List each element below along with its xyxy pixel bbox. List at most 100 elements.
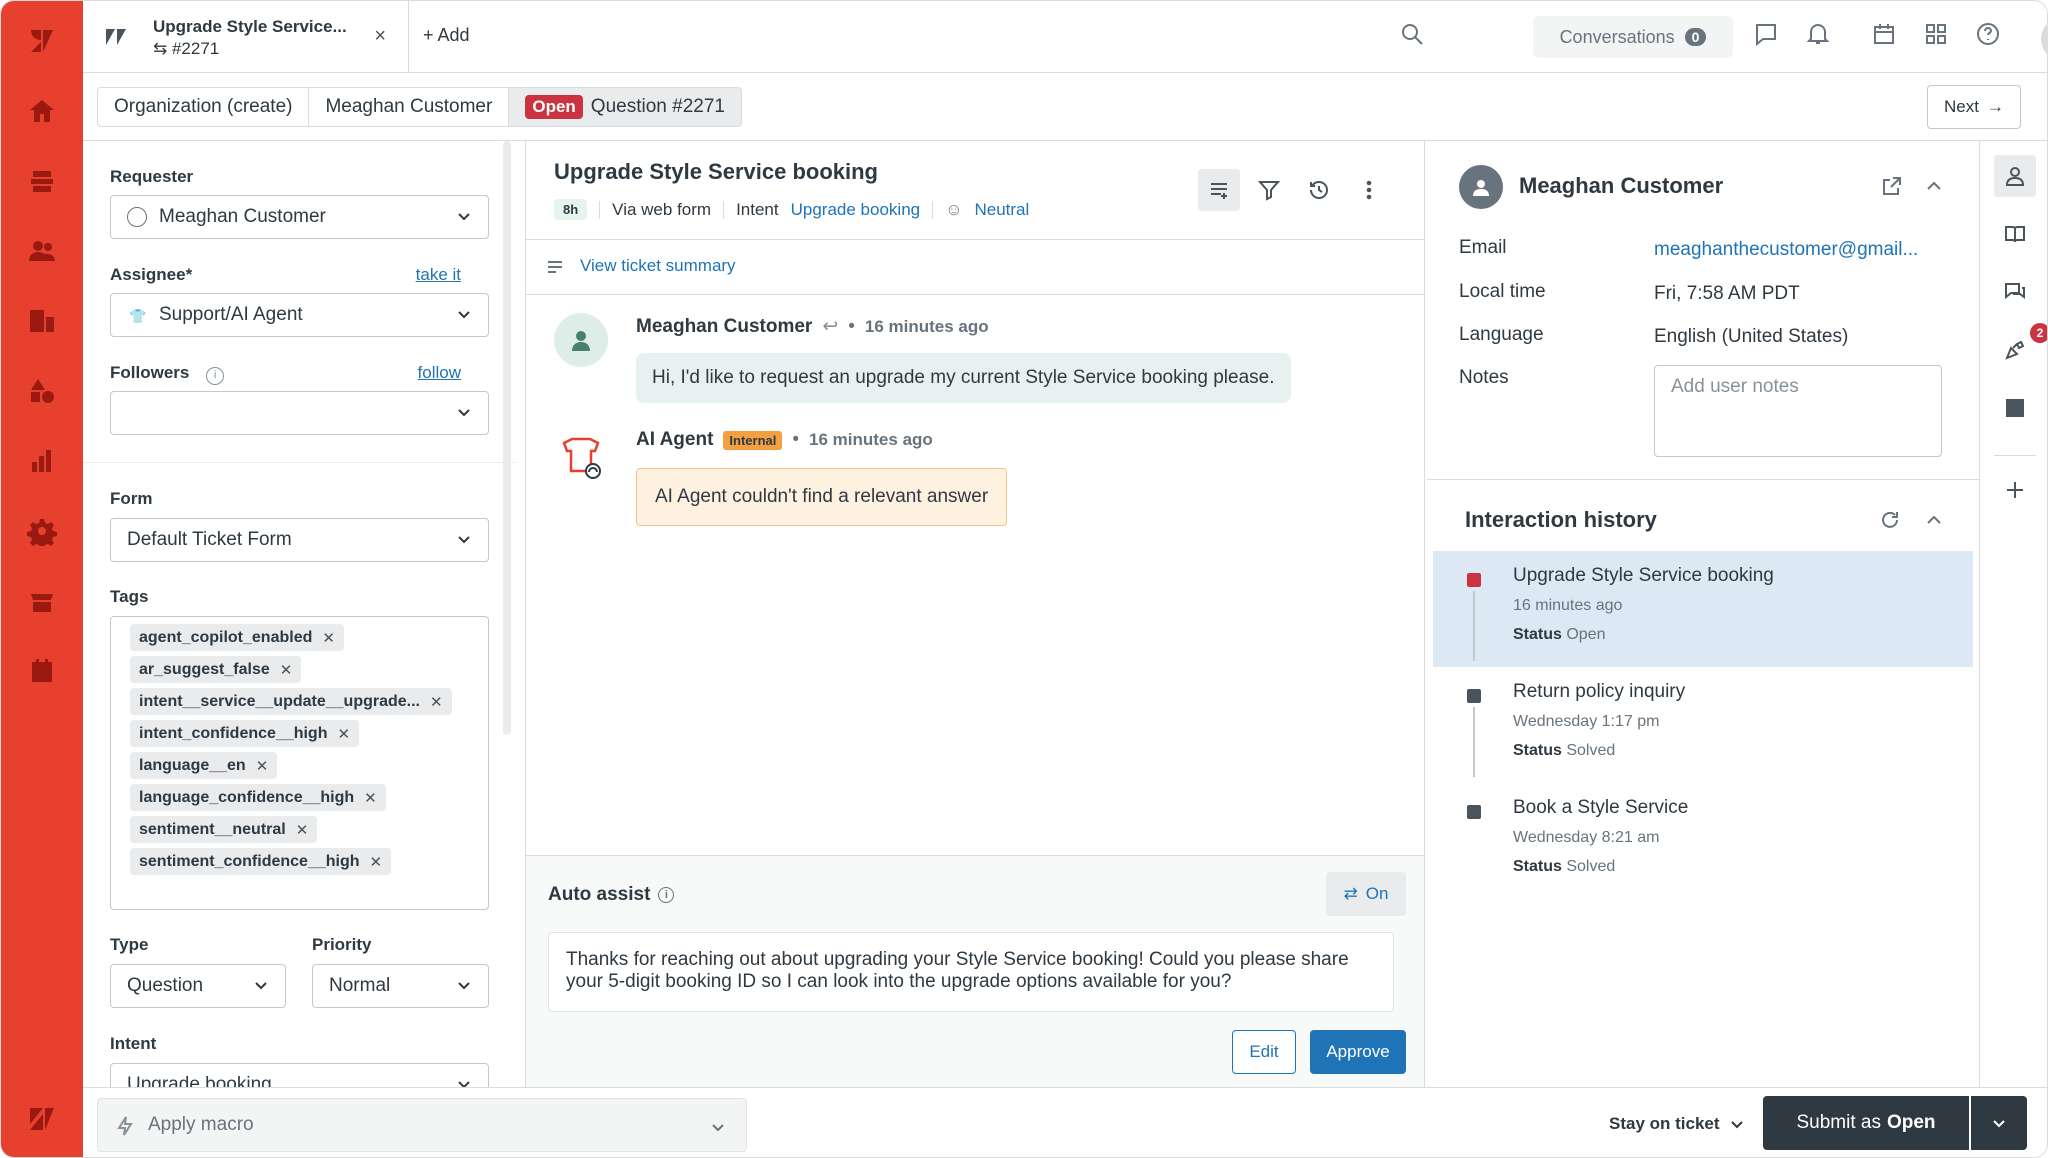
follow-link[interactable]: follow [418,363,461,383]
objects-icon[interactable] [1,361,83,421]
customer-name[interactable]: Meaghan Customer [1519,173,1723,199]
calendar-icon[interactable] [1,641,83,701]
intent-meta-value[interactable]: Upgrade booking [791,200,920,220]
history-icon[interactable] [1298,169,1340,211]
ai-agent-shirt-icon: 👕 [129,308,147,324]
home-icon[interactable] [1,81,83,141]
auto-assist-panel: Auto assist i ⇄ On Thanks for reaching o… [526,855,1424,1087]
remove-tag-icon[interactable]: ✕ [322,629,335,647]
tag-chip[interactable]: sentiment__neutral ✕ [130,816,318,843]
submit-options-button[interactable] [1971,1096,2027,1150]
customer-message-bubble: Hi, I'd like to request an upgrade my cu… [636,353,1291,403]
copilot-icon[interactable]: 2 [1994,323,2047,371]
tag-chip[interactable]: language_confidence__high ✕ [130,784,386,811]
breadcrumb-ticket[interactable]: Open Question #2271 [509,88,741,126]
form-select[interactable]: Default Ticket Form [110,518,489,562]
breadcrumb-organization[interactable]: Organization (create) [98,88,310,126]
approve-button[interactable]: Approve [1310,1030,1406,1074]
user-avatar[interactable] [2041,17,2047,61]
ticket-tab[interactable]: Upgrade Style Service... ⇆ #2271 × [83,1,409,73]
admin-gear-icon[interactable] [1,501,83,561]
add-tab-button[interactable]: + Add [423,25,470,46]
status-label: Status [1513,858,1562,875]
email-value[interactable]: meaghanthecustomer@gmail... [1654,239,1918,261]
lightning-bolt-icon [116,1116,134,1136]
tag-text: language__en [139,756,246,774]
tag-chip[interactable]: sentiment_confidence__high ✕ [130,848,392,875]
form-label: Form [110,489,153,508]
calendar-top-icon[interactable] [1871,21,1901,51]
tag-chip[interactable]: intent_confidence__high ✕ [130,720,360,747]
user-notes-field[interactable]: Add user notes [1654,365,1942,457]
edit-button[interactable]: Edit [1232,1030,1296,1074]
history-item[interactable]: Return policy inquiry Wednesday 1:17 pm … [1433,667,1973,783]
chat-icon[interactable] [1753,21,1783,51]
history-item[interactable]: Upgrade Style Service booking 16 minutes… [1433,551,1973,667]
remove-tag-icon[interactable]: ✕ [296,821,309,839]
tag-chip[interactable]: intent__service__update__upgrade... ✕ [130,688,452,715]
sentiment-value[interactable]: Neutral [974,200,1029,220]
collapse-up-icon[interactable] [1923,509,1945,531]
intent-select[interactable]: Upgrade booking [110,1063,489,1087]
remove-tag-icon[interactable]: ✕ [430,693,443,711]
view-ticket-summary-link[interactable]: View ticket summary [580,256,736,276]
status-dot [1467,573,1481,587]
history-item-date: 16 minutes ago [1513,597,1623,614]
conversations-button[interactable]: Conversations 0 [1533,16,1733,58]
followers-select[interactable] [110,391,489,435]
filter-icon[interactable] [1248,169,1290,211]
ticket-subject[interactable]: Upgrade Style Service booking [554,159,878,185]
apps-grid-icon[interactable] [1994,387,2036,429]
remove-tag-icon[interactable]: ✕ [370,853,383,871]
help-icon[interactable] [1975,21,2005,51]
zendesk-logo-icon[interactable] [1,11,83,71]
submit-button[interactable]: Submit as Open [1763,1096,1969,1150]
tags-field[interactable]: agent_copilot_enabled ✕ ar_suggest_false ✕… [110,616,489,910]
tab-close-icon[interactable]: × [374,25,386,48]
remove-tag-icon[interactable]: ✕ [280,661,293,679]
zendesk-bottom-logo-icon[interactable] [1,1089,83,1149]
customers-icon[interactable] [1,221,83,281]
side-conversations-icon[interactable] [1994,271,2036,313]
tag-chip[interactable]: language__en ✕ [130,752,278,779]
store-icon[interactable] [1,571,83,631]
views-icon[interactable] [1,151,83,211]
search-icon[interactable] [1399,21,1429,51]
assignee-value: Support/AI Agent [159,304,303,325]
stay-on-ticket-dropdown[interactable]: Stay on ticket [1609,1114,1744,1134]
conversation-list-icon[interactable] [1198,169,1240,211]
organizations-icon[interactable] [1,291,83,351]
open-external-icon[interactable] [1881,175,1903,197]
history-item-title: Return policy inquiry [1513,681,1686,702]
tag-chip[interactable]: ar_suggest_false ✕ [130,656,302,683]
properties-scrollbar[interactable] [503,141,511,735]
auto-assist-toggle[interactable]: ⇄ On [1326,872,1406,916]
take-it-link[interactable]: take it [416,265,461,285]
apply-macro-select[interactable]: Apply macro [97,1098,747,1152]
apps-grid-icon[interactable] [1923,21,1953,51]
customer-context-icon[interactable] [1994,155,2036,197]
tab-ticket-id-text: #2271 [171,39,220,58]
more-options-icon[interactable] [1348,169,1390,211]
type-select[interactable]: Question [110,964,286,1008]
info-icon[interactable]: i [658,887,675,903]
priority-select[interactable]: Normal [312,964,489,1008]
history-item[interactable]: Book a Style Service Wednesday 8:21 am S… [1433,783,1973,899]
breadcrumb-customer[interactable]: Meaghan Customer [309,88,510,126]
notifications-bell-icon[interactable] [1805,21,1835,51]
tag-chip[interactable]: agent_copilot_enabled ✕ [130,624,344,651]
knowledge-book-icon[interactable] [1994,213,2036,255]
breadcrumb-bar: Organization (create) Meaghan Customer O… [83,73,2047,141]
assignee-select[interactable]: 👕 Support/AI Agent [110,293,489,337]
remove-tag-icon[interactable]: ✕ [337,725,350,743]
reporting-icon[interactable] [1,431,83,491]
requester-select[interactable]: Meaghan Customer [110,195,489,239]
history-item-date: Wednesday 1:17 pm [1513,713,1660,730]
remove-tag-icon[interactable]: ✕ [256,757,269,775]
remove-tag-icon[interactable]: ✕ [364,789,377,807]
refresh-icon[interactable] [1879,509,1901,531]
add-app-icon[interactable] [1994,469,2036,511]
info-icon[interactable]: i [206,367,225,385]
collapse-up-icon[interactable] [1923,175,1945,197]
next-button[interactable]: Next → [1927,85,2021,129]
